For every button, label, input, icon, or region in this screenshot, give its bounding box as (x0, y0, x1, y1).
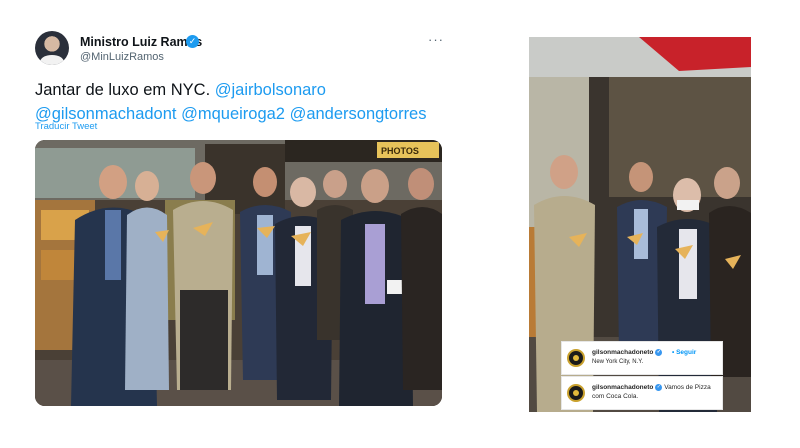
author-name[interactable]: Ministro Luiz Ramos (80, 35, 202, 49)
mention-link[interactable]: @mqueiroga2 (181, 105, 285, 123)
tweet-card: Ministro Luiz Ramos ✓ @MinLuizRamos ··· … (24, 22, 456, 422)
tweet-text-plain: Jantar de luxo em NYC. (35, 81, 215, 99)
follow-button[interactable]: • Seguir (672, 349, 696, 356)
instagram-caption: gilsonmachadoneto ✓ Vamos de Pizza com Co… (592, 383, 720, 401)
tweet-text: Jantar de luxo em NYC. @jairbolsonaro @g… (35, 78, 455, 126)
instagram-username[interactable]: gilsonmachadoneto ✓ (592, 349, 663, 356)
instagram-avatar[interactable] (567, 384, 585, 402)
translate-tweet-link[interactable]: Traducir Tweet (35, 121, 97, 132)
author-avatar[interactable] (35, 31, 69, 65)
instagram-location[interactable]: New York City, N.Y. (592, 359, 643, 365)
tweet-photo[interactable]: PHOTOS (35, 140, 442, 406)
store-sign-text: PHOTOS (381, 146, 419, 156)
instagram-post: gilsonmachadoneto ✓ • Seguir New York Cit… (529, 37, 751, 412)
mention-link[interactable]: @jairbolsonaro (215, 81, 326, 99)
verified-badge-icon: ✓ (186, 35, 199, 48)
instagram-username-text[interactable]: gilsonmachadoneto (592, 349, 653, 356)
instagram-header-overlay: gilsonmachadoneto ✓ • Seguir New York Cit… (561, 341, 723, 375)
instagram-verified-icon: ✓ (655, 383, 663, 391)
more-options-icon[interactable]: ··· (428, 32, 444, 47)
instagram-avatar[interactable] (567, 349, 585, 367)
street-group-photo: PHOTOS (35, 140, 442, 406)
caption-username[interactable]: gilsonmachadoneto (592, 384, 653, 391)
instagram-verified-icon: ✓ (655, 349, 663, 356)
author-handle[interactable]: @MinLuizRamos (80, 51, 164, 63)
mention-link[interactable]: @andersongtorres (290, 105, 427, 123)
instagram-caption-overlay: gilsonmachadoneto ✓ Vamos de Pizza com Co… (561, 376, 723, 410)
